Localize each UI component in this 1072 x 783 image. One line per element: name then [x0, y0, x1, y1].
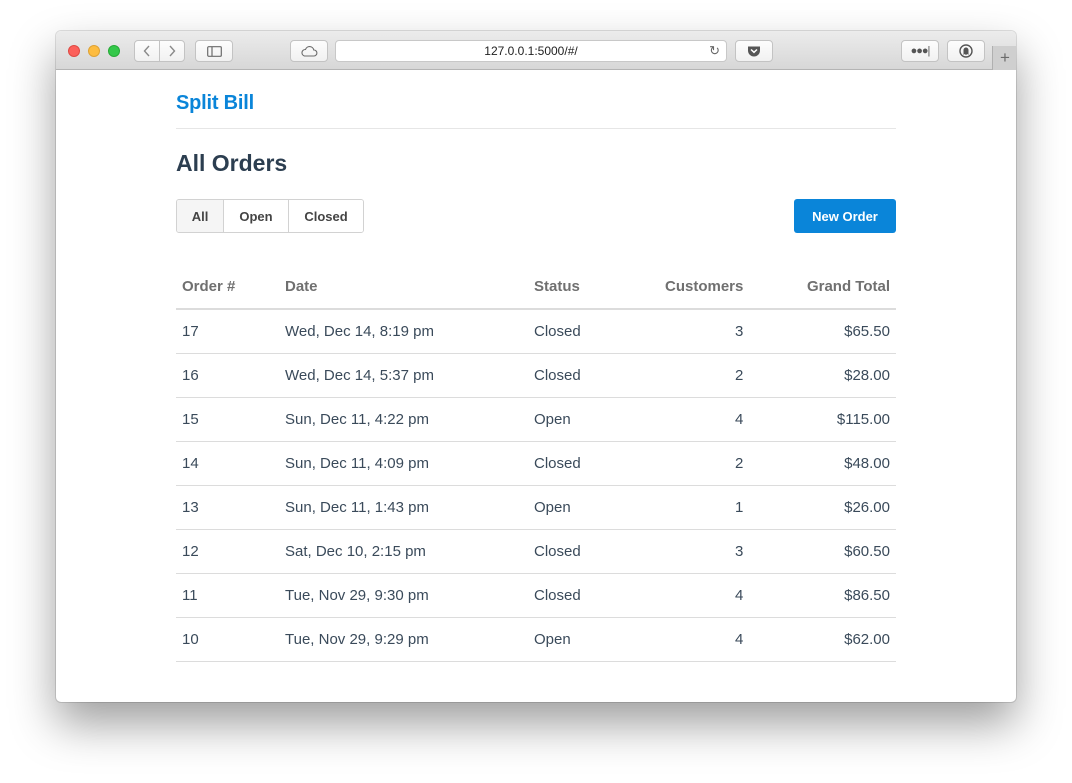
- table-row[interactable]: 11 Tue, Nov 29, 9:30 pm Closed 4 $86.50: [176, 573, 896, 618]
- browser-toolbar: 127.0.0.1:5000/#/ ↻ ●●●| +: [56, 31, 1016, 70]
- reload-icon[interactable]: ↻: [709, 43, 720, 59]
- order-status-cell: Closed: [528, 529, 610, 574]
- order-total-cell: $28.00: [749, 353, 896, 398]
- icloud-tabs-button[interactable]: [290, 40, 328, 62]
- order-number-cell: 12: [176, 529, 279, 574]
- table-row[interactable]: 13 Sun, Dec 11, 1:43 pm Open 1 $26.00: [176, 485, 896, 530]
- forward-button[interactable]: [159, 40, 185, 62]
- close-window-button[interactable]: [68, 45, 80, 57]
- order-number-cell: 10: [176, 617, 279, 662]
- table-row[interactable]: 10 Tue, Nov 29, 9:29 pm Open 4 $62.00: [176, 617, 896, 662]
- address-bar[interactable]: 127.0.0.1:5000/#/ ↻: [335, 40, 727, 62]
- order-status-cell: Open: [528, 397, 610, 442]
- order-date-cell: Sun, Dec 11, 4:09 pm: [279, 441, 528, 486]
- sidebar-icon: [206, 45, 222, 57]
- pocket-button[interactable]: [735, 40, 773, 62]
- back-button[interactable]: [134, 40, 160, 62]
- order-customers-cell: 3: [610, 309, 750, 354]
- chevron-left-icon: [143, 45, 150, 57]
- order-customers-cell: 4: [610, 617, 750, 662]
- order-customers-cell: 4: [610, 573, 750, 618]
- order-status-cell: Closed: [528, 353, 610, 398]
- order-total-cell: $65.50: [749, 309, 896, 354]
- order-date-cell: Sat, Dec 10, 2:15 pm: [279, 529, 528, 574]
- order-customers-cell: 2: [610, 441, 750, 486]
- order-total-cell: $62.00: [749, 617, 896, 662]
- order-status-cell: Closed: [528, 309, 610, 354]
- minimize-window-button[interactable]: [88, 45, 100, 57]
- order-number-cell: 17: [176, 309, 279, 354]
- order-customers-cell: 3: [610, 529, 750, 574]
- header-order-number: Order #: [176, 264, 279, 310]
- order-date-cell: Wed, Dec 14, 5:37 pm: [279, 353, 528, 398]
- table-row[interactable]: 14 Sun, Dec 11, 4:09 pm Closed 2 $48.00: [176, 441, 896, 486]
- order-status-cell: Closed: [528, 441, 610, 486]
- header-grand-total: Grand Total: [749, 264, 896, 310]
- chevron-right-icon: [169, 45, 176, 57]
- zoom-window-button[interactable]: [108, 45, 120, 57]
- more-icon: ●●●|: [910, 45, 931, 57]
- order-date-cell: Tue, Nov 29, 9:30 pm: [279, 573, 528, 618]
- order-total-cell: $48.00: [749, 441, 896, 486]
- filter-open-button[interactable]: Open: [224, 200, 289, 232]
- table-row[interactable]: 12 Sat, Dec 10, 2:15 pm Closed 3 $60.50: [176, 529, 896, 574]
- extension-button[interactable]: [947, 40, 985, 62]
- table-row[interactable]: 16 Wed, Dec 14, 5:37 pm Closed 2 $28.00: [176, 353, 896, 398]
- header-customers: Customers: [610, 264, 750, 310]
- order-customers-cell: 2: [610, 353, 750, 398]
- order-status-cell: Closed: [528, 573, 610, 618]
- order-date-cell: Sun, Dec 11, 4:22 pm: [279, 397, 528, 442]
- order-number-cell: 16: [176, 353, 279, 398]
- order-total-cell: $26.00: [749, 485, 896, 530]
- status-filter-group: All Open Closed: [176, 199, 364, 233]
- order-number-cell: 11: [176, 573, 279, 618]
- order-date-cell: Sun, Dec 11, 1:43 pm: [279, 485, 528, 530]
- ghostery-icon: [959, 44, 973, 58]
- more-button[interactable]: ●●●|: [901, 40, 939, 62]
- order-total-cell: $115.00: [749, 397, 896, 442]
- cloud-icon: [301, 45, 318, 57]
- order-total-cell: $60.50: [749, 529, 896, 574]
- browser-window: 127.0.0.1:5000/#/ ↻ ●●●| + Split Bill Al…: [56, 31, 1016, 702]
- header-date: Date: [279, 264, 528, 310]
- table-row[interactable]: 17 Wed, Dec 14, 8:19 pm Closed 3 $65.50: [176, 309, 896, 354]
- order-status-cell: Open: [528, 617, 610, 662]
- order-number-cell: 14: [176, 441, 279, 486]
- pocket-icon: [748, 46, 760, 57]
- header-status: Status: [528, 264, 610, 310]
- filter-all-button[interactable]: All: [177, 200, 224, 232]
- sidebar-toggle-button[interactable]: [195, 40, 233, 62]
- order-number-cell: 13: [176, 485, 279, 530]
- new-order-button[interactable]: New Order: [794, 199, 896, 233]
- order-total-cell: $86.50: [749, 573, 896, 618]
- filter-closed-button[interactable]: Closed: [289, 200, 363, 232]
- brand-link[interactable]: Split Bill: [176, 92, 254, 115]
- orders-table: Order # Date Status Customers Grand Tota…: [176, 264, 896, 662]
- order-status-cell: Open: [528, 485, 610, 530]
- url-text: 127.0.0.1:5000/#/: [484, 44, 578, 58]
- new-tab-icon[interactable]: +: [992, 46, 1016, 70]
- order-date-cell: Tue, Nov 29, 9:29 pm: [279, 617, 528, 662]
- order-customers-cell: 4: [610, 397, 750, 442]
- table-row[interactable]: 15 Sun, Dec 11, 4:22 pm Open 4 $115.00: [176, 397, 896, 442]
- page-title: All Orders: [176, 150, 288, 176]
- order-date-cell: Wed, Dec 14, 8:19 pm: [279, 309, 528, 354]
- table-header-row: Order # Date Status Customers Grand Tota…: [176, 264, 896, 310]
- order-customers-cell: 1: [610, 485, 750, 530]
- header-divider: [176, 128, 896, 129]
- order-number-cell: 15: [176, 397, 279, 442]
